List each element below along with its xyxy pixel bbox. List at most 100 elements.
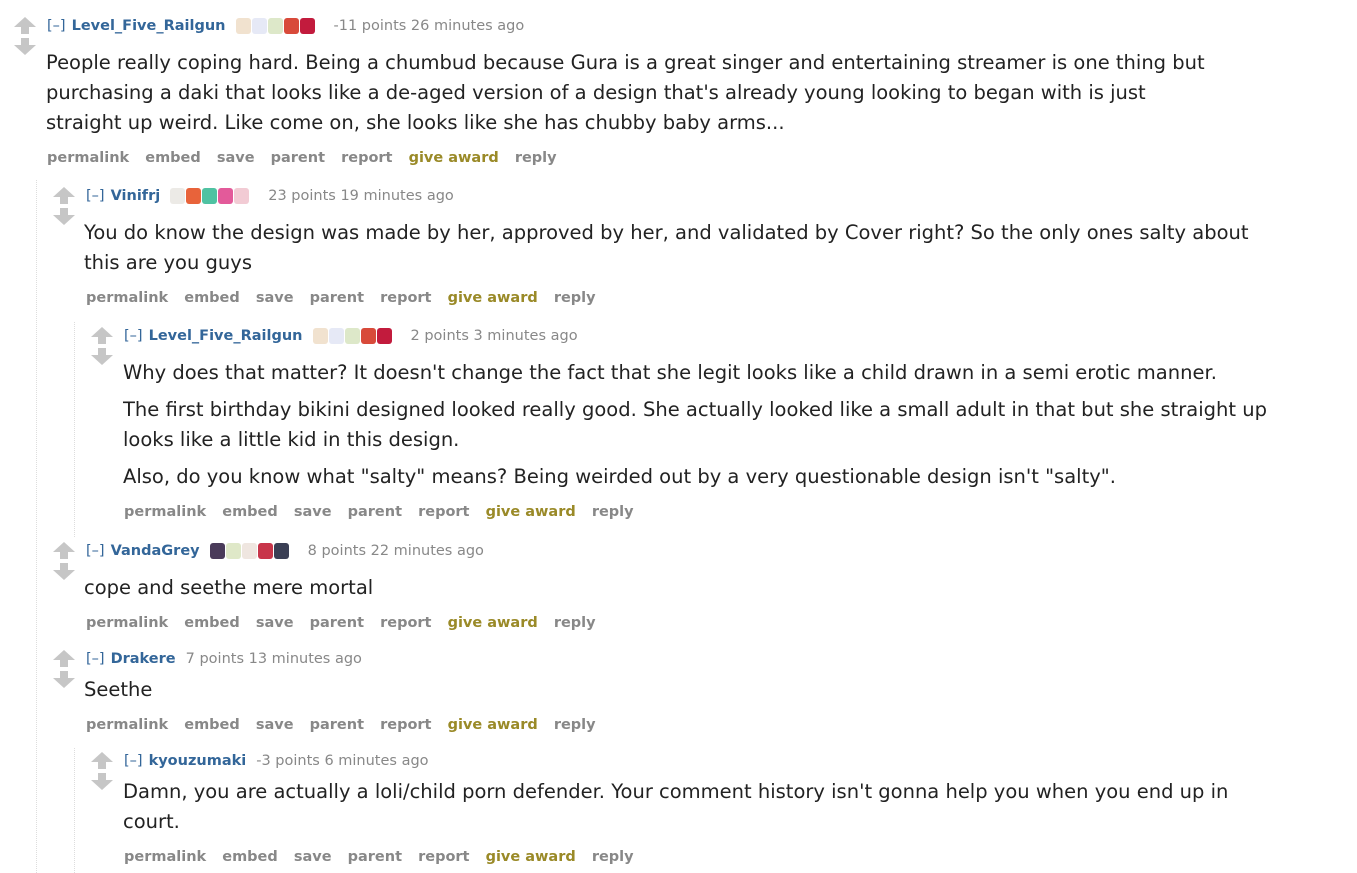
score-and-time: 23 points 19 minutes ago [268,188,454,204]
embed-link[interactable]: embed [184,717,240,733]
user-flair-icons [209,543,290,559]
report-link[interactable]: report [380,290,431,306]
parent-link[interactable]: parent [310,717,364,733]
collapse-toggle[interactable]: [–] [124,752,143,770]
reply-link[interactable]: reply [592,849,634,865]
comment-body: You do know the design was made by her, … [84,221,1249,274]
parent-link[interactable]: parent [348,504,402,520]
comment-actions: permalink embed save parent report give … [86,613,607,633]
embed-link[interactable]: embed [222,849,278,865]
downvote-arrow-icon[interactable] [51,208,77,225]
collapse-toggle[interactable]: [–] [86,187,105,205]
author-link[interactable]: Drakere [111,650,176,668]
permalink-link[interactable]: permalink [124,504,206,520]
permalink-link[interactable]: permalink [47,150,129,166]
reply-link[interactable]: reply [554,290,596,306]
parent-link[interactable]: parent [271,150,325,166]
user-flair-icons [312,328,393,344]
downvote-arrow-icon[interactable] [51,563,77,580]
score-and-time: -11 points 26 minutes ago [333,18,525,34]
report-link[interactable]: report [418,849,469,865]
comment-actions: permalink embed save parent report give … [86,715,607,735]
vote-arrows [89,327,115,365]
give-award-link[interactable]: give award [448,615,538,631]
author-link[interactable]: Level_Five_Railgun [149,327,303,345]
vote-arrows [89,752,115,790]
report-link[interactable]: report [380,615,431,631]
user-flair-icons [170,188,250,204]
downvote-arrow-icon[interactable] [51,671,77,688]
collapse-toggle[interactable]: [–] [86,650,105,668]
collapse-toggle[interactable]: [–] [47,17,66,35]
permalink-link[interactable]: permalink [86,717,168,733]
score-and-time: 2 points 3 minutes ago [410,328,578,344]
comment-tagline: [–] Drakere 7 points 13 minutes ago [86,650,362,668]
parent-link[interactable]: parent [348,849,402,865]
report-link[interactable]: report [418,504,469,520]
thread-line [36,180,37,873]
user-flair-icons [235,18,316,34]
reply-link[interactable]: reply [554,615,596,631]
author-link[interactable]: VandaGrey [111,542,200,560]
save-link[interactable]: save [256,717,294,733]
thread-line [74,322,75,537]
upvote-arrow-icon[interactable] [89,327,115,344]
give-award-link[interactable]: give award [486,849,576,865]
give-award-link[interactable]: give award [448,290,538,306]
report-link[interactable]: report [341,150,392,166]
vote-arrows [51,650,77,688]
upvote-arrow-icon[interactable] [51,542,77,559]
comment-body: Damn, you are actually a loli/child porn… [123,780,1229,833]
comment-actions: permalink embed save parent report give … [47,148,568,168]
author-link[interactable]: kyouzumaki [149,752,247,770]
parent-link[interactable]: parent [310,615,364,631]
upvote-arrow-icon[interactable] [51,650,77,667]
score-and-time: -3 points 6 minutes ago [256,753,429,769]
permalink-link[interactable]: permalink [86,615,168,631]
downvote-arrow-icon[interactable] [89,773,115,790]
save-link[interactable]: save [217,150,255,166]
permalink-link[interactable]: permalink [124,849,206,865]
embed-link[interactable]: embed [145,150,201,166]
upvote-arrow-icon[interactable] [89,752,115,769]
upvote-arrow-icon[interactable] [12,17,38,34]
reply-link[interactable]: reply [554,717,596,733]
give-award-link[interactable]: give award [448,717,538,733]
comment-actions: permalink embed save parent report give … [124,502,645,522]
comment-body: Seethe [84,678,153,701]
save-link[interactable]: save [294,504,332,520]
save-link[interactable]: save [256,615,294,631]
vote-arrows [12,17,38,55]
embed-link[interactable]: embed [222,504,278,520]
reply-link[interactable]: reply [515,150,557,166]
collapse-toggle[interactable]: [–] [86,542,105,560]
save-link[interactable]: save [294,849,332,865]
comment-actions: permalink embed save parent report give … [124,847,645,867]
comment-body: Why does that matter? It doesn't change … [123,361,1267,488]
comment-actions: permalink embed save parent report give … [86,288,607,308]
give-award-link[interactable]: give award [486,504,576,520]
give-award-link[interactable]: give award [409,150,499,166]
comment-tagline: [–] kyouzumaki -3 points 6 minutes ago [124,752,429,770]
comment-tagline: [–] Vinifrj 23 points 19 minutes ago [86,187,454,205]
embed-link[interactable]: embed [184,290,240,306]
vote-arrows [51,187,77,225]
save-link[interactable]: save [256,290,294,306]
thread-line [74,748,75,873]
comment-tagline: [–] Level_Five_Railgun -11 points 26 min… [47,17,524,35]
author-link[interactable]: Vinifrj [111,187,161,205]
report-link[interactable]: report [380,717,431,733]
comment-body: cope and seethe mere mortal [84,576,374,599]
downvote-arrow-icon[interactable] [89,348,115,365]
parent-link[interactable]: parent [310,290,364,306]
comment-tagline: [–] VandaGrey 8 points 22 minutes ago [86,542,484,560]
downvote-arrow-icon[interactable] [12,38,38,55]
author-link[interactable]: Level_Five_Railgun [72,17,226,35]
collapse-toggle[interactable]: [–] [124,327,143,345]
reply-link[interactable]: reply [592,504,634,520]
upvote-arrow-icon[interactable] [51,187,77,204]
embed-link[interactable]: embed [184,615,240,631]
score-and-time: 7 points 13 minutes ago [185,651,362,667]
permalink-link[interactable]: permalink [86,290,168,306]
vote-arrows [51,542,77,580]
